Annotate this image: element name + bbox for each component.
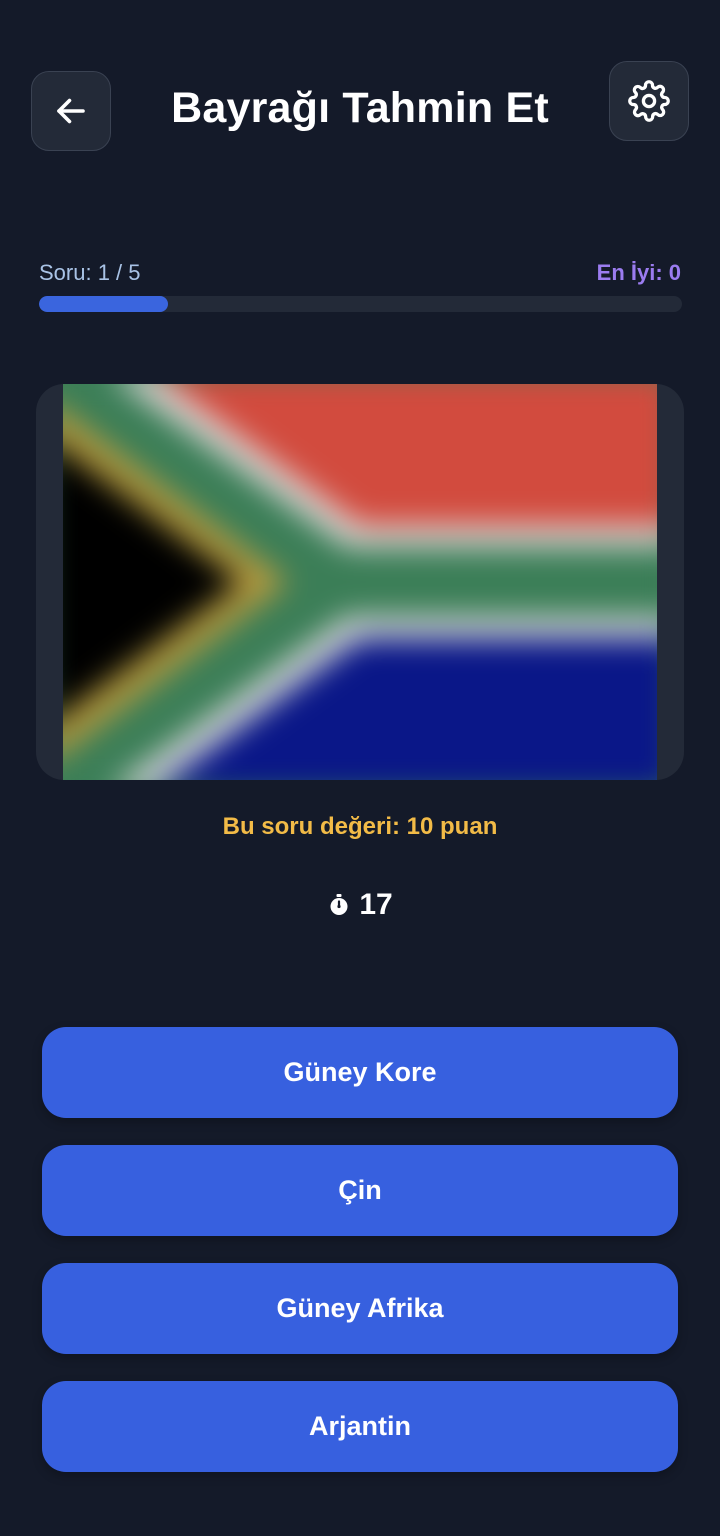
back-button[interactable] bbox=[31, 71, 111, 151]
stopwatch-icon bbox=[330, 894, 348, 915]
game-screen: Bayrağı Tahmin Et Soru: 1 / 5 En İyi: 0 … bbox=[0, 0, 720, 1536]
question-counter: Soru: 1 / 5 bbox=[39, 260, 141, 285]
flag-card bbox=[36, 384, 684, 780]
settings-button[interactable] bbox=[609, 61, 689, 141]
answer-button-guney-kore[interactable]: Güney Kore bbox=[42, 1027, 678, 1118]
answer-button-guney-afrika[interactable]: Güney Afrika bbox=[42, 1263, 678, 1354]
timer-value: 17 bbox=[359, 888, 393, 921]
page-title: Bayrağı Tahmin Et bbox=[171, 84, 549, 132]
best-score: En İyi: 0 bbox=[596, 260, 681, 285]
progress-fill bbox=[39, 296, 168, 312]
gear-icon bbox=[628, 80, 670, 122]
answer-button-cin[interactable]: Çin bbox=[42, 1145, 678, 1236]
progress-bar bbox=[39, 296, 682, 312]
question-points: Bu soru değeri: 10 puan bbox=[222, 813, 498, 840]
timer: 17 bbox=[0, 888, 720, 922]
flag-image bbox=[63, 384, 657, 780]
answer-button-arjantin[interactable]: Arjantin bbox=[42, 1381, 678, 1472]
arrow-left-icon bbox=[57, 98, 85, 124]
